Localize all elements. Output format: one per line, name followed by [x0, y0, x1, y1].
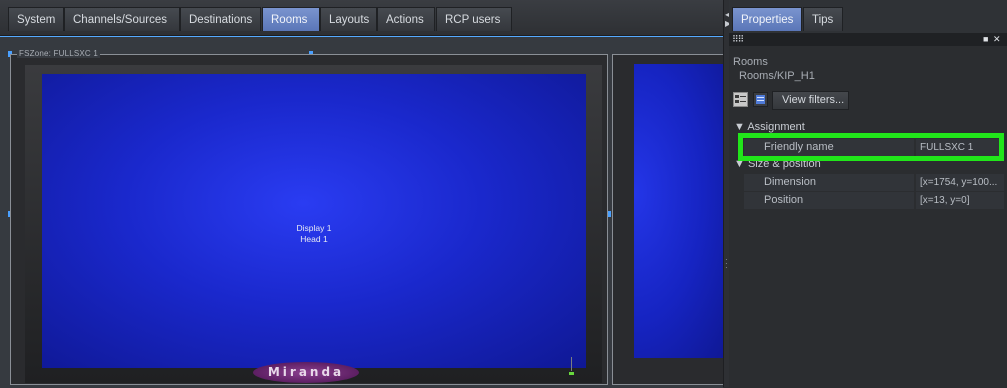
monitor-led-stem [571, 357, 572, 371]
fs-zone[interactable]: FSZone: FULLSXC 1 Display 1 Head 1 [10, 49, 608, 385]
view-filters-button[interactable]: View filters... [772, 91, 849, 110]
room-canvas[interactable]: FSZone: FULLSXC 1 Display 1 Head 1 Miran… [0, 36, 724, 388]
tab-rcp-users[interactable]: RCP users [436, 7, 512, 31]
panel-menu-icon[interactable]: ⠿⠿ [732, 34, 744, 45]
zone-label: FSZone: FULLSXC 1 [17, 49, 100, 58]
miranda-logo: Miranda [253, 362, 359, 383]
monitor-bezel: Display 1 Head 1 [25, 65, 602, 383]
dimension-value[interactable]: [x=1754, y=100... [916, 174, 1004, 191]
tab-system[interactable]: System [8, 7, 64, 31]
categorized-view-icon[interactable] [733, 92, 748, 107]
tab-channels-sources[interactable]: Channels/Sources [64, 7, 180, 31]
close-icon[interactable]: ✕ [993, 34, 1001, 45]
display-screen[interactable]: Display 1 Head 1 [42, 74, 586, 368]
position-label: Position [744, 192, 914, 209]
display-screen-2[interactable] [634, 64, 724, 358]
dimension-label: Dimension [744, 174, 914, 191]
expand-arrow-icon[interactable]: ▼ [734, 121, 745, 133]
fs-zone-2[interactable] [612, 54, 724, 385]
maximize-icon[interactable]: ■ [983, 34, 988, 44]
display-head: Head 1 [300, 234, 328, 244]
list-view-icon[interactable] [753, 92, 768, 107]
tab-destinations[interactable]: Destinations [180, 7, 261, 31]
panel-tab-bar: Properties Tips [729, 0, 1007, 33]
path-label: Rooms [733, 56, 768, 68]
highlight-box [738, 133, 1004, 161]
assignment-section-label: Assignment [747, 121, 805, 133]
tab-rooms[interactable]: Rooms [262, 7, 320, 31]
assignment-section-header[interactable]: ▼ Assignment [734, 121, 805, 133]
tab-layouts[interactable]: Layouts [320, 7, 377, 31]
splitter-grip-icon: · · · [725, 255, 728, 272]
display-name: Display 1 [296, 223, 332, 233]
main-tab-bar: System Channels/Sources Destinations Roo… [0, 0, 723, 36]
path-value: Rooms/KIP_H1 [739, 70, 815, 82]
tab-tips[interactable]: Tips [803, 7, 843, 31]
tab-actions[interactable]: Actions [377, 7, 435, 31]
position-value[interactable]: [x=13, y=0] [916, 192, 1004, 209]
panel-toolbar: ⠿⠿ ■ ✕ [729, 33, 1007, 46]
tab-properties[interactable]: Properties [732, 7, 802, 31]
properties-panel: Properties Tips ⠿⠿ ■ ✕ Rooms Rooms/KIP_H… [729, 0, 1007, 387]
monitor-power-led [569, 372, 574, 375]
